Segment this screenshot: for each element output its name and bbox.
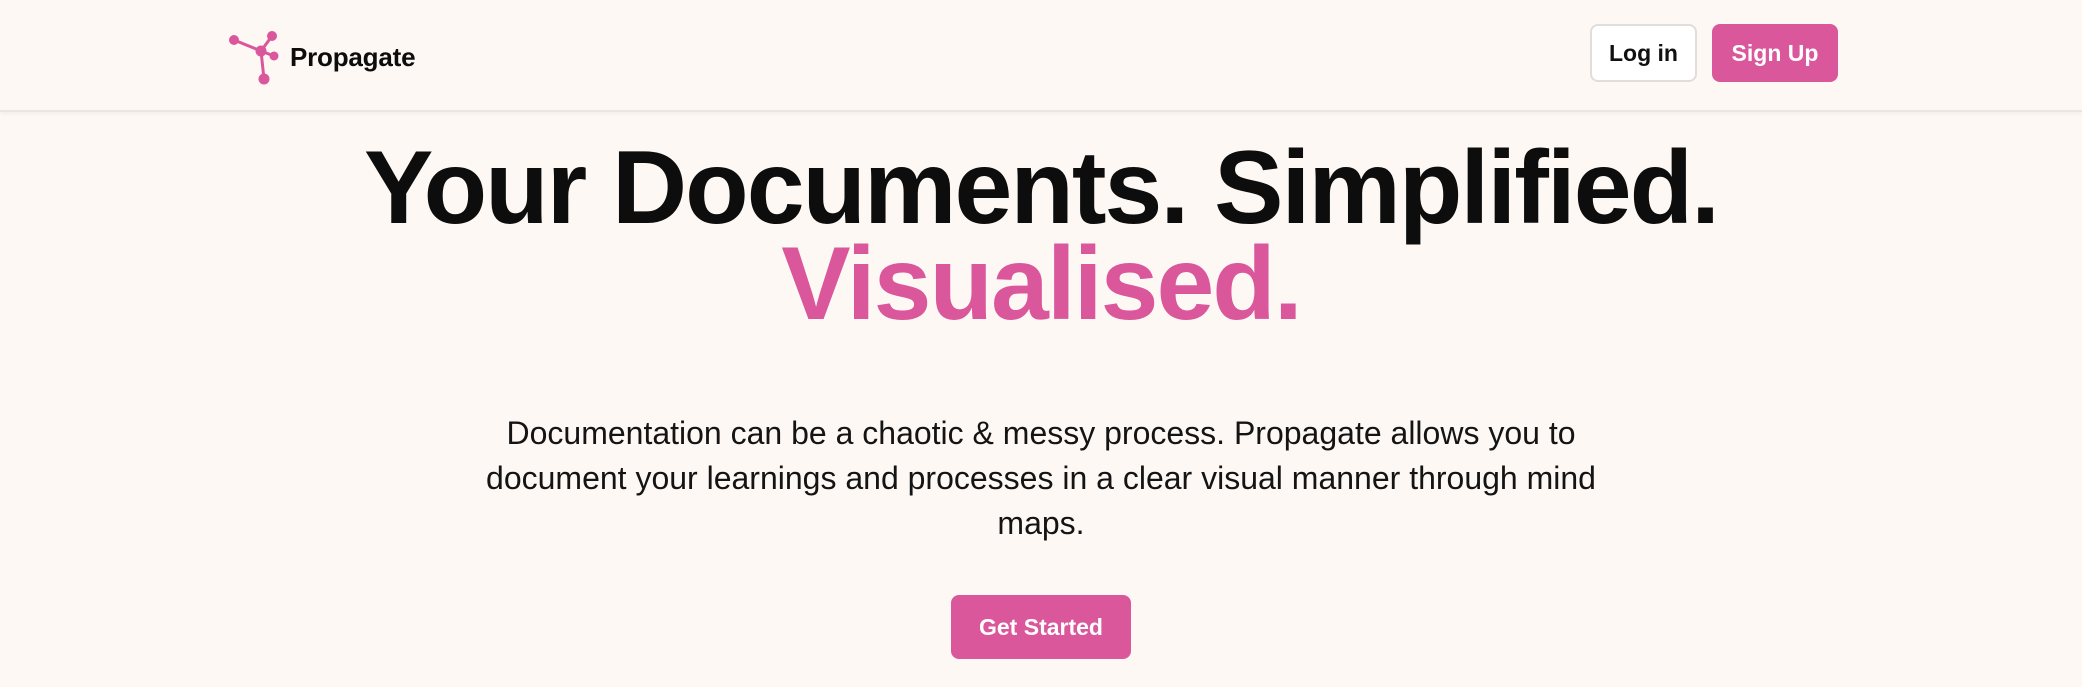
- brand-name: Propagate: [290, 41, 416, 72]
- hero-title-line1: Your Documents. Simplified.: [363, 130, 1720, 246]
- hero-title: Your Documents. Simplified. Visualised.: [0, 130, 2082, 342]
- login-button[interactable]: Log in: [1590, 24, 1697, 82]
- brand-logo[interactable]: Propagate: [228, 28, 416, 86]
- auth-actions: Log in Sign Up: [1590, 24, 1838, 82]
- cta-container: Get Started: [0, 595, 2082, 659]
- get-started-button[interactable]: Get Started: [951, 595, 1131, 659]
- hero-description: Documentation can be a chaotic & messy p…: [486, 415, 1596, 541]
- hero-title-highlight: Visualised.: [781, 226, 1302, 342]
- network-nodes-icon: [229, 31, 279, 85]
- signup-button[interactable]: Sign Up: [1712, 24, 1838, 82]
- navbar: Propagate Log in Sign Up: [0, 0, 2082, 112]
